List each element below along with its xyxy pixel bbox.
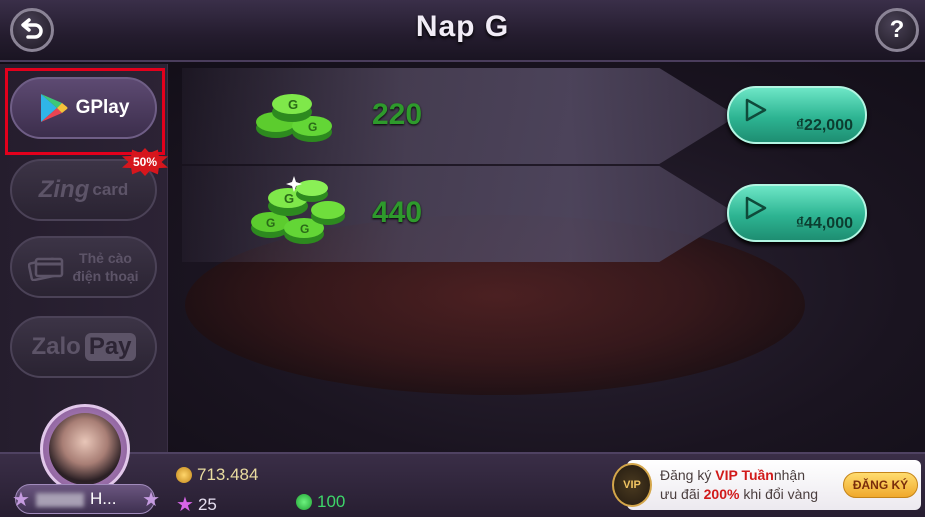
vip-text-part: ưu đãi — [660, 486, 704, 502]
package-row: G G 220 ₫22,000 — [182, 68, 872, 164]
credit-card-icon — [28, 257, 64, 281]
vip-text-part: khi đổi vàng — [739, 486, 819, 502]
vip-text-part: nhận — [773, 467, 806, 483]
vip-register-button[interactable]: ĐĂNG KÝ — [843, 472, 918, 498]
sidebar-item-label: Zalo — [31, 333, 81, 360]
star-balance: ★ 25 — [176, 492, 217, 517]
vip-text-highlight: 200% — [703, 486, 740, 502]
star-value: 25 — [197, 494, 217, 514]
gold-value: 713.484 — [197, 465, 259, 484]
top-bar: Nap G ? — [0, 0, 925, 62]
buy-button[interactable]: ₫22,000 — [727, 86, 867, 144]
avatar[interactable] — [40, 404, 130, 494]
payment-method-sidebar: GPlay Zing card Thẻ cào điện thoại Zalo … — [0, 64, 168, 452]
gold-coin-icon — [176, 467, 192, 483]
sidebar-item-phone-card[interactable]: Thẻ cào điện thoại — [10, 236, 157, 298]
help-icon: ? — [889, 16, 905, 43]
player-name: H... — [36, 489, 116, 509]
package-price: ₫44,000 — [795, 215, 853, 232]
sidebar-item-label: Zing — [38, 176, 90, 203]
svg-text:G: G — [266, 216, 275, 230]
sidebar-item-label: Thẻ cào điện thoại — [72, 249, 138, 285]
package-amount: 440 — [372, 196, 423, 229]
sidebar-item-sublabel: Pay — [84, 333, 136, 361]
page-title: Nap G — [415, 10, 510, 43]
svg-text:G: G — [288, 97, 298, 112]
avatar-photo — [49, 413, 121, 485]
buy-button[interactable]: ₫44,000 — [727, 184, 867, 242]
help-button[interactable]: ? — [875, 8, 919, 52]
sidebar-item-label: GPlay — [75, 97, 130, 118]
player-name-plate: ★ H... ★ — [12, 484, 160, 514]
vip-emblem-icon: VIP — [612, 463, 652, 507]
sidebar-item-zalopay[interactable]: Zalo Pay — [10, 316, 157, 378]
play-store-icon — [745, 196, 767, 220]
play-store-icon — [745, 98, 767, 122]
star-icon: ★ — [12, 489, 30, 511]
coin-pile-icon: G G G — [251, 176, 345, 244]
package-amount: 220 — [372, 98, 423, 131]
google-play-icon — [40, 94, 68, 122]
package-price: ₫22,000 — [795, 117, 853, 134]
gold-balance: 713.484 — [176, 465, 258, 485]
gcoin-value: 100 — [317, 492, 346, 511]
gcoin-balance: 100 — [296, 492, 345, 512]
svg-text:G: G — [308, 120, 317, 134]
sidebar-item-sublabel: card — [92, 180, 129, 199]
svg-text:G: G — [284, 191, 294, 206]
payment-screen: Nap G ? GPlay Zing card Thẻ cào điện tho… — [0, 0, 925, 517]
svg-text:G: G — [300, 222, 309, 236]
package-row: G G G 440 ₫44,000 — [182, 166, 872, 262]
vip-promo-text: Đăng ký VIP Tuầnnhận ưu đãi 200% khi đổi… — [660, 466, 838, 504]
star-icon: ★ — [142, 489, 160, 511]
name-blur — [36, 492, 84, 507]
gcoin-icon — [296, 494, 312, 510]
coin-stack-icon: G G — [256, 94, 332, 142]
label-line-2: điện thoại — [72, 268, 139, 284]
vip-text-part: Đăng ký — [660, 467, 716, 483]
sidebar-item-gplay[interactable]: GPlay — [10, 77, 157, 139]
label-line-1: Thẻ cào — [79, 250, 132, 266]
player-name-text: H... — [90, 489, 117, 508]
vip-text-highlight: VIP Tuần — [715, 467, 774, 483]
star-icon: ★ — [176, 494, 194, 516]
